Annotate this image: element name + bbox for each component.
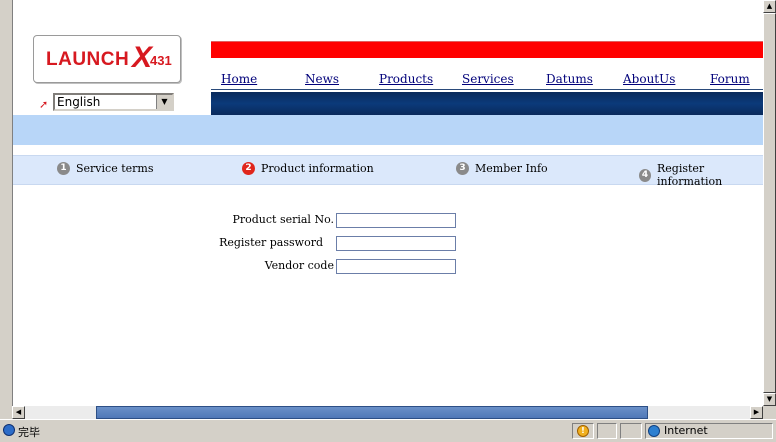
logo-model-number: 431 — [150, 53, 172, 68]
serial-number-input[interactable] — [336, 213, 456, 228]
step-label: Register information — [657, 162, 723, 188]
status-pane-empty-2 — [620, 423, 642, 439]
step-product-information: 2 Product information — [242, 162, 374, 175]
password-label: Register password — [219, 236, 323, 249]
nav-services[interactable]: Services — [462, 72, 514, 86]
nav-aboutus[interactable]: AboutUs — [623, 72, 675, 86]
main-nav: Home News Products Services Datums About… — [211, 72, 764, 90]
header-blue-bar — [211, 92, 764, 115]
page-done-icon — [3, 424, 15, 436]
step-service-terms: 1 Service terms — [57, 162, 153, 175]
arrow-icon: ➚ — [39, 98, 49, 111]
vertical-scrollbar[interactable]: ▲ ▼ — [763, 0, 776, 406]
step-member-info: 3 Member Info — [456, 162, 548, 175]
zone-label: Internet — [664, 424, 708, 437]
language-select[interactable]: English ▼ — [53, 93, 174, 111]
horizontal-scrollbar[interactable]: ◀ ▶ — [12, 406, 763, 419]
scroll-left-icon[interactable]: ◀ — [12, 406, 25, 419]
scroll-up-icon[interactable]: ▲ — [763, 0, 776, 13]
serial-label: Product serial No. — [232, 213, 334, 226]
register-password-input[interactable] — [336, 236, 456, 251]
step-label: Service terms — [76, 162, 154, 175]
nav-home[interactable]: Home — [221, 72, 257, 86]
warning-icon: ! — [577, 425, 589, 437]
step-register-information: 4 Register information — [639, 162, 764, 188]
horizontal-scroll-thumb[interactable] — [96, 406, 648, 419]
header-red-bar — [211, 41, 764, 58]
vendor-code-input[interactable] — [336, 259, 456, 274]
logo-brand-text: LAUNCH — [46, 49, 130, 70]
status-text: 完毕 — [18, 426, 40, 439]
nav-news[interactable]: News — [305, 72, 339, 86]
vertical-scroll-thumb[interactable] — [763, 13, 776, 393]
step-label: Member Info — [475, 162, 548, 175]
step-number-1: 1 — [57, 162, 70, 175]
nav-forum[interactable]: Forum — [710, 72, 750, 86]
logo-x-mark: X — [132, 41, 153, 74]
status-pane-empty — [597, 423, 617, 439]
chevron-down-icon[interactable]: ▼ — [156, 95, 172, 109]
internet-zone-icon — [648, 425, 660, 437]
nav-underline — [211, 89, 764, 90]
step-number-3: 3 — [456, 162, 469, 175]
step-number-2: 2 — [242, 162, 255, 175]
step-label: Product information — [261, 162, 374, 175]
light-blue-band — [13, 115, 764, 145]
language-selected-value: English — [57, 95, 101, 109]
vendor-label: Vendor code — [264, 259, 334, 272]
step-number-4: 4 — [639, 168, 651, 182]
scroll-down-icon[interactable]: ▼ — [763, 393, 776, 406]
scroll-right-icon[interactable]: ▶ — [750, 406, 763, 419]
nav-datums[interactable]: Datums — [546, 72, 593, 86]
browser-viewport: LAUNCH X 431 ➚ English ▼ Home News Produ… — [12, 0, 764, 406]
status-bar: 完毕 ! Internet — [0, 419, 776, 442]
launch-logo[interactable]: LAUNCH X 431 — [33, 35, 181, 83]
scrollbar-corner — [763, 406, 776, 419]
registration-steps: 1 Service terms 2 Product information 3 … — [13, 155, 764, 188]
nav-products[interactable]: Products — [379, 72, 433, 86]
